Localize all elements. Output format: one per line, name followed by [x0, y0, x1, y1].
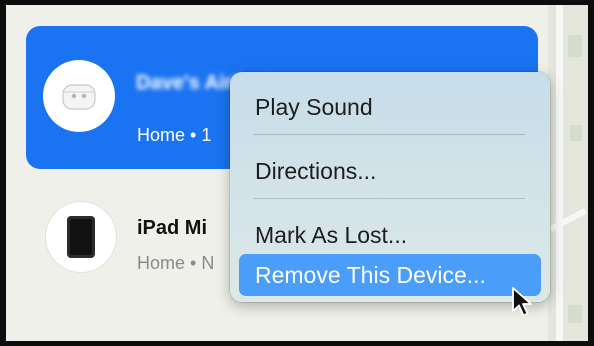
ipad-icon — [67, 216, 95, 258]
menu-separator — [253, 198, 525, 199]
map-view[interactable] — [548, 5, 588, 341]
map-block — [568, 305, 582, 323]
device-avatar — [43, 60, 115, 132]
device-name: iPad Mi — [137, 217, 208, 239]
menu-item-remove-device[interactable]: Remove This Device... — [239, 254, 541, 296]
menu-item-mark-as-lost[interactable]: Mark As Lost... — [239, 214, 541, 256]
mouse-pointer-icon — [512, 287, 532, 317]
map-block — [570, 125, 582, 141]
device-location: Home • N — [137, 253, 215, 273]
map-road — [556, 5, 563, 341]
find-my-window: Dave's AirPods Home • 1 iPad Mi Home • N… — [6, 5, 588, 341]
map-block — [568, 35, 582, 57]
device-avatar — [46, 202, 116, 272]
device-location: Home • 1 — [137, 125, 212, 145]
menu-separator — [253, 134, 525, 135]
map-road — [548, 207, 588, 233]
menu-item-directions[interactable]: Directions... — [239, 150, 541, 192]
menu-item-play-sound[interactable]: Play Sound — [239, 86, 541, 128]
context-menu: Play Sound Directions... Mark As Lost...… — [230, 72, 550, 302]
airpods-case-icon — [62, 84, 96, 110]
